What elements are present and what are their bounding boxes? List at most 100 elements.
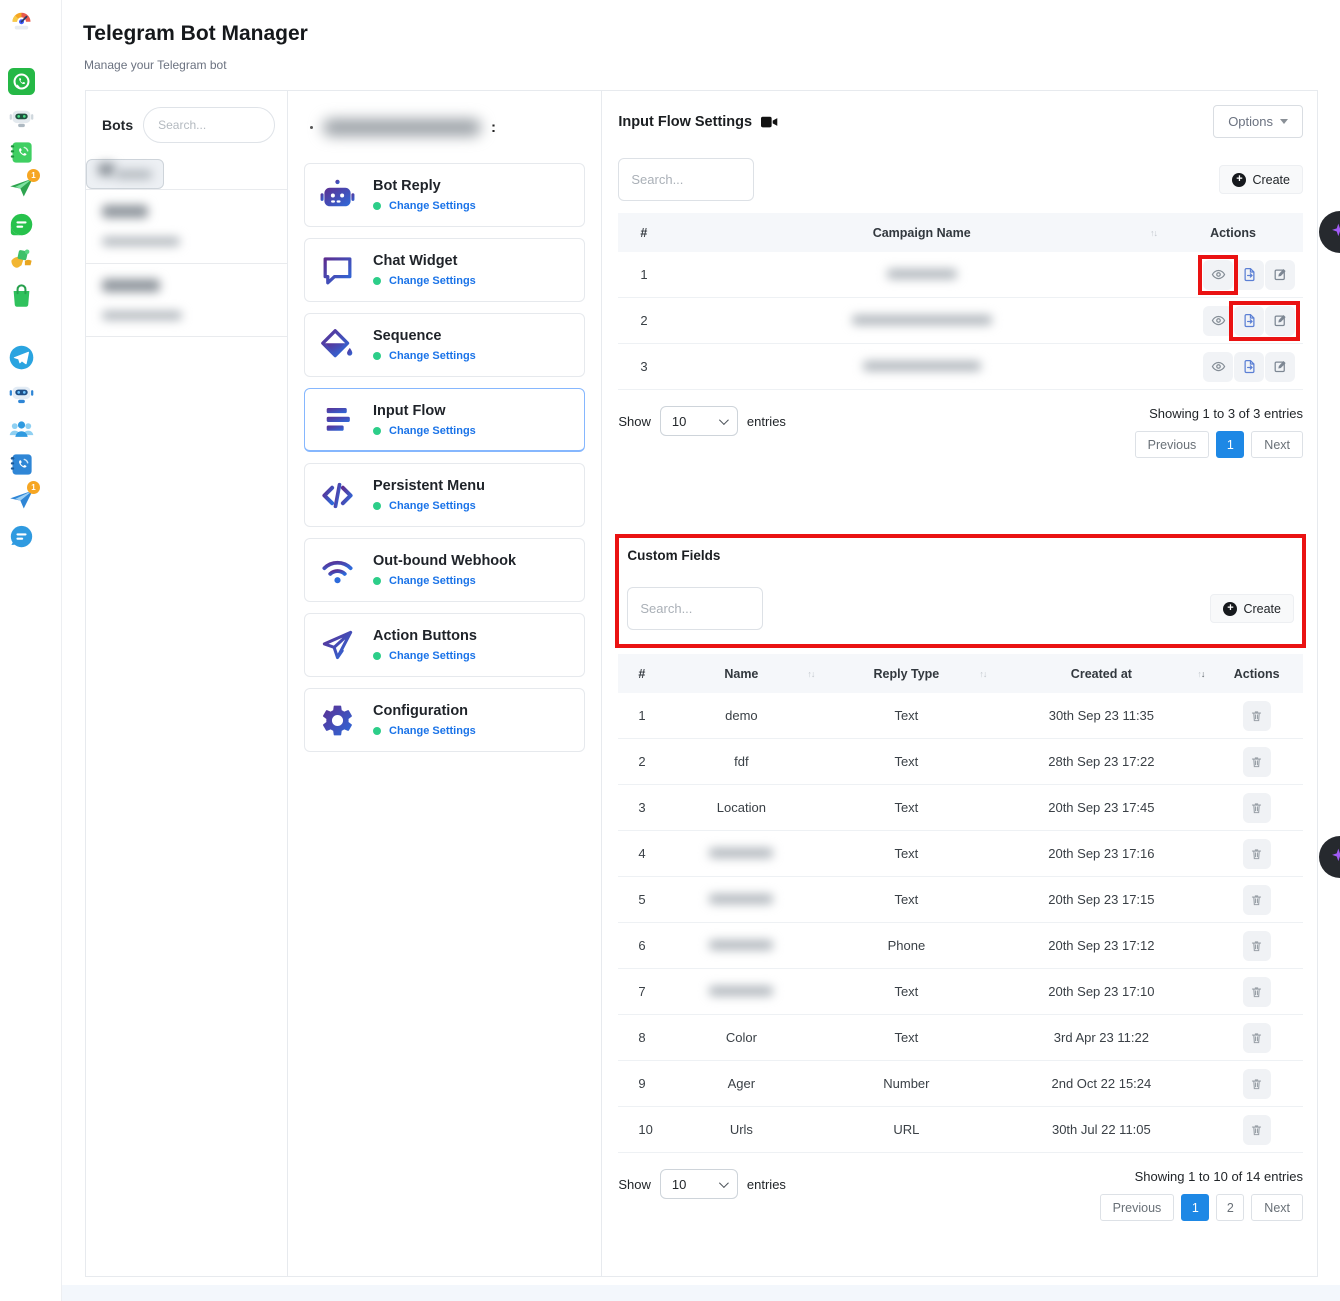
page-number-button[interactable]: 1	[1216, 431, 1244, 458]
telegram-icon[interactable]	[8, 344, 35, 371]
card-outbound-webhook[interactable]: Out-bound Webhook Change Settings	[304, 538, 585, 602]
ai-assistant-fab[interactable]	[1319, 211, 1340, 253]
card-configuration[interactable]: Configuration Change Settings	[304, 688, 585, 752]
col-header-num[interactable]: #	[618, 667, 662, 681]
page-size-select[interactable]: 10	[660, 406, 738, 436]
col-header-reply-type[interactable]: Reply Type↑↓	[820, 667, 992, 681]
shop-bag-icon[interactable]	[8, 282, 35, 309]
row-num: 3	[618, 359, 680, 374]
view-button[interactable]	[1203, 260, 1233, 290]
export-button[interactable]	[1234, 306, 1264, 336]
change-settings-link[interactable]: Change Settings	[389, 350, 476, 362]
contacts-book-green-icon[interactable]	[8, 139, 35, 166]
col-header-name[interactable]: Name↑↓	[662, 667, 820, 681]
robot-blue-icon[interactable]	[8, 380, 35, 407]
change-settings-link[interactable]: Change Settings	[389, 275, 476, 287]
sort-icon[interactable]: ↑↓	[1150, 228, 1157, 238]
view-button[interactable]	[1203, 352, 1233, 382]
page-size-select[interactable]: 10	[660, 1169, 738, 1199]
change-settings-link[interactable]: Change Settings	[389, 575, 476, 587]
delete-button[interactable]	[1243, 1023, 1271, 1053]
flow-search-input[interactable]	[618, 158, 754, 201]
change-settings-link[interactable]: Change Settings	[389, 650, 476, 662]
plus-circle-icon	[1232, 173, 1246, 187]
page-number-button[interactable]: 2	[1216, 1194, 1244, 1221]
reply-type: Text	[820, 892, 992, 907]
edit-button[interactable]	[1265, 352, 1295, 382]
next-page-button[interactable]: Next	[1251, 431, 1303, 458]
created-at: 3rd Apr 23 11:22	[992, 1030, 1210, 1045]
page-number-button[interactable]: 1	[1181, 1194, 1209, 1221]
delete-button[interactable]	[1243, 977, 1271, 1007]
delete-button[interactable]	[1243, 839, 1271, 869]
col-header-campaign-name[interactable]: Campaign Name ↑↓	[680, 226, 1163, 240]
sort-desc-icon[interactable]: ↑↓	[1197, 669, 1204, 679]
col-header-created-at[interactable]: Created at↑↓	[992, 667, 1210, 681]
flow-create-button[interactable]: Create	[1219, 165, 1303, 194]
export-button[interactable]	[1234, 352, 1264, 382]
bot-list-item[interactable]	[86, 263, 287, 337]
chat-blue-icon[interactable]	[8, 523, 35, 550]
field-name-redacted	[709, 940, 773, 950]
robot-green-icon[interactable]	[8, 104, 35, 131]
card-persistent-menu[interactable]: Persistent Menu Change Settings	[304, 463, 585, 527]
sort-icon[interactable]: ↑↓	[807, 669, 814, 679]
options-button[interactable]: Options	[1213, 105, 1303, 138]
created-at: 30th Sep 23 11:35	[992, 708, 1210, 723]
field-name-redacted	[709, 894, 773, 904]
integrations-icon[interactable]	[8, 245, 35, 272]
card-sequence[interactable]: Sequence Change Settings	[304, 313, 585, 377]
delete-button[interactable]	[1243, 701, 1271, 731]
card-chat-widget[interactable]: Chat Widget Change Settings	[304, 238, 585, 302]
field-name-redacted	[709, 848, 773, 858]
broadcast-blue-icon[interactable]: 1	[8, 486, 35, 513]
row-num: 8	[618, 1030, 662, 1045]
broadcast-green-icon[interactable]: 1	[8, 174, 35, 201]
change-settings-link[interactable]: Change Settings	[389, 500, 476, 512]
previous-page-button[interactable]: Previous	[1135, 431, 1210, 458]
custom-field-row: 1 demo Text 30th Sep 23 11:35	[618, 693, 1303, 739]
audience-users-icon[interactable]	[8, 416, 35, 443]
delete-button[interactable]	[1243, 793, 1271, 823]
contacts-book-blue-icon[interactable]	[8, 451, 35, 478]
col-header-num[interactable]: #	[618, 226, 680, 240]
status-dot	[373, 577, 381, 585]
bot-list-item[interactable]	[86, 189, 287, 263]
bots-search-input[interactable]	[143, 107, 275, 143]
custom-fields-create-button[interactable]: Create	[1210, 594, 1294, 623]
custom-field-row: 6 Phone 20th Sep 23 17:12	[618, 923, 1303, 969]
view-button[interactable]	[1203, 306, 1233, 336]
bot-username-redacted	[102, 237, 180, 246]
campaign-name-redacted	[887, 269, 957, 279]
change-settings-link[interactable]: Change Settings	[389, 725, 476, 737]
custom-fields-search-input[interactable]	[627, 587, 763, 630]
delete-button[interactable]	[1243, 747, 1271, 777]
whatsapp-icon[interactable]	[8, 68, 35, 95]
next-page-button[interactable]: Next	[1251, 1194, 1303, 1221]
notification-badge: 1	[27, 169, 40, 182]
dashboard-gauge-icon[interactable]	[8, 6, 35, 33]
sort-icon[interactable]: ↑↓	[979, 669, 986, 679]
export-button[interactable]	[1234, 260, 1264, 290]
delete-button[interactable]	[1243, 931, 1271, 961]
change-settings-link[interactable]: Change Settings	[389, 200, 476, 212]
delete-button[interactable]	[1243, 885, 1271, 915]
created-at: 2nd Oct 22 15:24	[992, 1076, 1210, 1091]
sparkle-icon	[1330, 847, 1340, 867]
card-action-buttons[interactable]: Action Buttons Change Settings	[304, 613, 585, 677]
edit-button[interactable]	[1265, 260, 1295, 290]
bot-name-redacted	[102, 205, 148, 218]
delete-button[interactable]	[1243, 1069, 1271, 1099]
previous-page-button[interactable]: Previous	[1100, 1194, 1175, 1221]
card-bot-reply[interactable]: Bot Reply Change Settings	[304, 163, 585, 227]
edit-button[interactable]	[1265, 306, 1295, 336]
ai-assistant-fab[interactable]	[1319, 836, 1340, 878]
colon-separator: :	[491, 119, 496, 136]
selected-bot-name-redacted	[323, 119, 481, 136]
delete-button[interactable]	[1243, 1115, 1271, 1145]
video-tutorial-icon[interactable]	[761, 115, 778, 129]
chat-green-icon[interactable]	[8, 211, 35, 238]
change-settings-link[interactable]: Change Settings	[389, 425, 476, 437]
card-input-flow[interactable]: Input Flow Change Settings	[304, 388, 585, 452]
bot-list-item[interactable]	[86, 159, 164, 189]
